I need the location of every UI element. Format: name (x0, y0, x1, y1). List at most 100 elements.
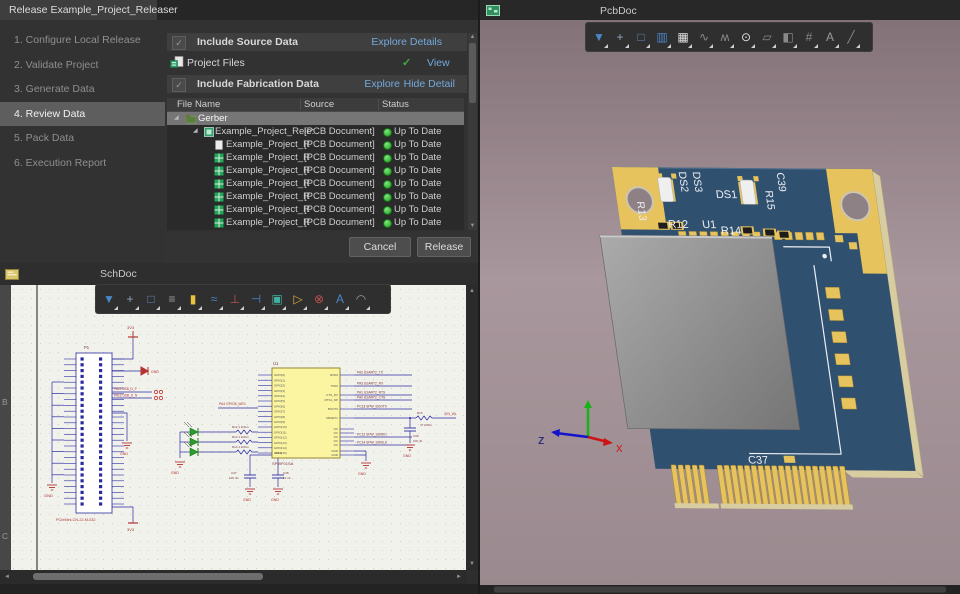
content-scrollbar[interactable]: ▲ ▼ (468, 33, 477, 230)
crosshair-icon: + (120, 287, 140, 311)
toolbar-image-button[interactable]: ▣ (267, 287, 287, 311)
toolbar-crosshair-button[interactable]: + (120, 287, 140, 311)
toolbar-arc-button[interactable]: ◠ (351, 287, 371, 311)
toolbar-via-button[interactable]: ⊙ (736, 25, 756, 49)
pin-pad (81, 444, 84, 447)
scrollbar-thumb[interactable] (33, 573, 263, 580)
gnd-symbol (273, 489, 283, 494)
table-row[interactable]: Example_Project_R[PCB Document]Up To Dat… (167, 190, 464, 203)
project-files-view-link[interactable]: View (427, 53, 450, 73)
source-details-link[interactable]: Details (410, 33, 442, 51)
bottom-strip (0, 584, 478, 594)
table-row[interactable]: Example_Project_R[PCB Document]Up To Dat… (167, 138, 464, 151)
pin-name: GPIO[9] (274, 420, 285, 424)
status-dot-icon (383, 206, 392, 215)
table-row[interactable]: Example_Project_R[PCB Document]Up To Dat… (167, 203, 464, 216)
project-files-label: Project Files (187, 53, 245, 73)
table-row[interactable]: Example_Project_R[PCB Document]Up To Dat… (167, 164, 464, 177)
release-tab[interactable]: Release Example_Project_Releaser (0, 0, 157, 20)
toolbar-power-port-button[interactable]: ⊥ (225, 287, 245, 311)
toolbar-align-button[interactable]: ≡ (162, 287, 182, 311)
toolbar-port-button[interactable]: ▷ (288, 287, 308, 311)
fabrication-explore-link[interactable]: Explore (364, 75, 400, 93)
tree-expand-icon[interactable]: ◢ (174, 112, 179, 125)
table-row[interactable]: ◢Example_Project_Rele:[PCB Document]Up T… (167, 125, 464, 138)
toolbar-selection-button[interactable]: □ (631, 25, 651, 49)
sheet-margin: B C (0, 285, 11, 570)
wizard-step-1[interactable]: 1. Configure Local Release (0, 28, 165, 52)
schdoc-sheet-icon (5, 269, 19, 280)
toolbar-filter-button[interactable]: ▼ (589, 25, 609, 49)
label: PC14 SPW_SWCLK (357, 441, 388, 445)
toolbar-wire-button[interactable]: ≈ (204, 287, 224, 311)
label: PA1 USART2_RTS (357, 391, 386, 395)
pin-pad (99, 363, 102, 366)
pin-pad (99, 456, 102, 459)
wizard-step-2[interactable]: 2. Validate Project (0, 53, 165, 77)
wizard-step-3[interactable]: 3. Generate Data (0, 77, 165, 101)
release-button[interactable]: Release (417, 237, 471, 257)
toolbar-text-button[interactable]: A (820, 25, 840, 49)
toolbar-3d-body-button[interactable]: ▱ (757, 25, 777, 49)
source-cell: [PCB Document] (304, 203, 375, 216)
toolbar-room-button[interactable]: ◧ (778, 25, 798, 49)
wizard-step-6[interactable]: 6. Execution Report (0, 151, 165, 175)
table-row[interactable]: ◢Gerber (167, 112, 464, 125)
toolbar-measure-button[interactable]: # (799, 25, 819, 49)
wizard-step-4[interactable]: 4. Review Data (0, 102, 165, 126)
toolbar-line-button[interactable]: ╱ (841, 25, 861, 49)
solder-pad (816, 232, 824, 240)
pin-name: GPIO[8] (274, 415, 285, 419)
sch-vscrollbar[interactable]: ▲ ▼ (466, 285, 478, 570)
pcb-hscroll-thumb[interactable] (494, 587, 946, 593)
filter-icon: ▼ (589, 25, 609, 49)
scroll-up-icon[interactable]: ▲ (466, 287, 478, 295)
table-row[interactable]: Example_Project_R[PCB Document]Up To Dat… (167, 151, 464, 164)
label: 3.3 V (275, 451, 282, 455)
fabrication-hide-detail-link[interactable]: Hide Detail (404, 75, 455, 93)
toolbar-route-button[interactable]: ∿ (694, 25, 714, 49)
source-explore-link[interactable]: Explore (371, 33, 407, 51)
panel-divider[interactable] (478, 0, 480, 594)
toolbar-harness-button[interactable]: ⊣ (246, 287, 266, 311)
column-separator[interactable] (378, 99, 379, 110)
schematic-toolbar: ▼+□≡▮≈⊥⊣▣▷⊗A◠ (95, 284, 391, 314)
toolbar-no-erc-button[interactable]: ⊗ (309, 287, 329, 311)
wizard-step-5[interactable]: 5. Pack Data (0, 126, 165, 150)
scroll-down-icon[interactable]: ▼ (466, 560, 478, 568)
project-files-row[interactable]: Project Files ✓ View (167, 53, 467, 73)
port-icon: ▷ (288, 287, 308, 311)
pcb-toolbar: ▼+□▥▦∿ʍ⊙▱◧#A╱ (585, 22, 873, 52)
pcb-3d-viewport[interactable]: R13DS2DS3DS1R12U1R14R15C39C37zx (480, 20, 960, 594)
toolbar-text-button[interactable]: A (330, 287, 350, 311)
pcbdoc-tab-label[interactable]: PcbDoc (600, 0, 637, 22)
toolbar-crosshair-button[interactable]: + (610, 25, 630, 49)
toolbar-filter-button[interactable]: ▼ (99, 287, 119, 311)
toolbar-selection-button[interactable]: □ (141, 287, 161, 311)
scroll-left-icon[interactable]: ◄ (4, 570, 10, 584)
cancel-button[interactable]: Cancel (349, 237, 411, 257)
release-title: Release Example_Project_Releaser (9, 4, 178, 16)
column-separator[interactable] (300, 99, 301, 110)
sch-hscrollbar[interactable]: ◄ ► (0, 570, 466, 584)
scrollbar-thumb[interactable] (469, 43, 476, 103)
toolbar-component-button[interactable]: ▮ (183, 287, 203, 311)
toolbar-polygon-button[interactable]: ʍ (715, 25, 735, 49)
pin-name: BOOT0 (328, 407, 339, 411)
label: PA4 GPIO8_WD1 (219, 402, 246, 406)
pin-pad (99, 375, 102, 378)
table-row[interactable]: Example_Project_R[PCB Document]Up To Dat… (167, 216, 464, 229)
schematic-canvas[interactable]: GND3V3GNDPA11 USB_D_PPA12 USB_D_NGND3V3P… (0, 285, 466, 570)
scroll-down-icon[interactable]: ▼ (468, 222, 477, 230)
tree-expand-icon[interactable]: ◢ (193, 125, 198, 138)
include-fabrication-checkbox[interactable]: ✓ (172, 78, 186, 92)
scroll-up-icon[interactable]: ▲ (468, 33, 477, 41)
include-source-checkbox[interactable]: ✓ (172, 36, 186, 50)
status-cell: Up To Date (394, 216, 441, 229)
toolbar-board-insight-button[interactable]: ▥ (652, 25, 672, 49)
pin-pad (99, 439, 102, 442)
schdoc-tab-label[interactable]: SchDoc (100, 263, 137, 285)
table-row[interactable]: Example_Project_R[PCB Document]Up To Dat… (167, 177, 464, 190)
scroll-right-icon[interactable]: ► (456, 570, 462, 584)
toolbar-component-button[interactable]: ▦ (673, 25, 693, 49)
